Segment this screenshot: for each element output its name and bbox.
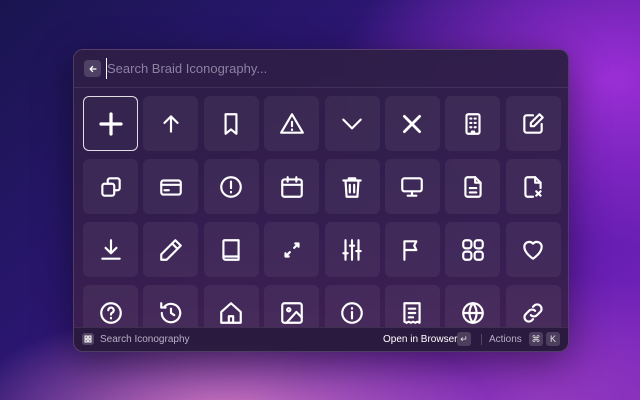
monitor-icon bbox=[401, 176, 424, 197]
flag-icon bbox=[403, 239, 418, 261]
icon-tile-copy[interactable] bbox=[83, 159, 138, 214]
icon-tile-alert-circle[interactable] bbox=[203, 159, 259, 214]
calendar-icon bbox=[280, 175, 303, 198]
icon-tile-monitor[interactable] bbox=[384, 159, 440, 214]
link-icon bbox=[523, 302, 543, 323]
info-icon bbox=[341, 301, 363, 324]
icon-tile-link[interactable] bbox=[505, 285, 561, 328]
home-icon bbox=[220, 301, 243, 324]
copy-icon bbox=[100, 176, 121, 197]
help-icon bbox=[99, 301, 122, 324]
history-icon bbox=[160, 301, 182, 323]
enter-key-hint: ↵ bbox=[457, 332, 471, 346]
icon-tile-heart[interactable] bbox=[505, 222, 561, 277]
icon-tile-expand[interactable] bbox=[264, 222, 320, 277]
braid-logo-icon bbox=[82, 333, 94, 345]
edit-icon bbox=[523, 112, 545, 134]
search-input[interactable] bbox=[106, 58, 527, 79]
icon-tile-home[interactable] bbox=[203, 285, 259, 328]
icon-grid bbox=[83, 96, 563, 328]
action-bar: Search Iconography Open in Browser ↵ Act… bbox=[74, 327, 568, 351]
icon-tile-document[interactable] bbox=[445, 159, 501, 214]
chevron-down-icon bbox=[342, 118, 362, 129]
icon-tile-sliders[interactable] bbox=[324, 222, 380, 277]
icon-tile-edit[interactable] bbox=[505, 96, 561, 151]
pencil-icon bbox=[160, 238, 182, 261]
warning-icon bbox=[279, 112, 304, 134]
credit-card-icon bbox=[160, 178, 182, 196]
open-in-browser-action[interactable]: Open in Browser bbox=[383, 334, 457, 345]
k-key-hint: K bbox=[546, 332, 560, 346]
plus-icon bbox=[98, 111, 123, 136]
globe-icon bbox=[462, 301, 484, 324]
icon-tile-globe[interactable] bbox=[445, 285, 501, 328]
trash-icon bbox=[342, 176, 362, 198]
icon-tile-history[interactable] bbox=[143, 285, 199, 328]
icon-tile-book[interactable] bbox=[203, 222, 259, 277]
document-icon bbox=[464, 175, 482, 198]
bookmark-icon bbox=[224, 112, 238, 135]
search-bar bbox=[74, 50, 568, 88]
grid-icon bbox=[462, 238, 484, 261]
image-icon bbox=[280, 301, 303, 324]
icon-tile-building[interactable] bbox=[445, 96, 501, 151]
close-icon bbox=[403, 114, 422, 133]
actions-button[interactable]: Actions bbox=[489, 334, 522, 345]
icon-tile-close[interactable] bbox=[384, 96, 440, 151]
icon-tile-flag[interactable] bbox=[384, 222, 440, 277]
arrow-up-icon bbox=[163, 114, 179, 133]
alert-circle-icon bbox=[220, 175, 243, 198]
file-remove-icon bbox=[524, 175, 542, 198]
building-icon bbox=[465, 112, 481, 135]
arrow-left-icon bbox=[88, 65, 97, 72]
receipt-icon bbox=[403, 301, 422, 324]
cmd-key-hint: ⌘ bbox=[529, 332, 543, 346]
icon-tile-grid[interactable] bbox=[445, 222, 501, 277]
icon-tile-chevron-down[interactable] bbox=[324, 96, 380, 151]
footer-title: Search Iconography bbox=[100, 334, 190, 345]
sliders-icon bbox=[342, 238, 362, 261]
icon-tile-receipt[interactable] bbox=[384, 285, 440, 328]
download-icon bbox=[100, 238, 121, 260]
icon-tile-trash[interactable] bbox=[324, 159, 380, 214]
footer-divider bbox=[481, 334, 482, 345]
icon-tile-arrow-up[interactable] bbox=[143, 96, 199, 151]
icon-tile-image[interactable] bbox=[264, 285, 320, 328]
icon-tile-warning[interactable] bbox=[264, 96, 320, 151]
icon-tile-plus[interactable] bbox=[83, 96, 138, 151]
book-icon bbox=[222, 238, 240, 261]
icon-tile-calendar[interactable] bbox=[264, 159, 320, 214]
icon-tile-info[interactable] bbox=[324, 285, 380, 328]
command-window: Search Iconography Open in Browser ↵ Act… bbox=[73, 49, 569, 352]
icon-tile-credit-card[interactable] bbox=[143, 159, 199, 214]
back-button[interactable] bbox=[84, 60, 101, 77]
icon-tile-pencil[interactable] bbox=[143, 222, 199, 277]
icon-tile-help[interactable] bbox=[83, 285, 138, 328]
heart-icon bbox=[523, 240, 543, 260]
icon-tile-file-remove[interactable] bbox=[505, 159, 561, 214]
icon-tile-download[interactable] bbox=[83, 222, 138, 277]
icon-tile-bookmark[interactable] bbox=[203, 96, 259, 151]
expand-icon bbox=[284, 241, 300, 258]
